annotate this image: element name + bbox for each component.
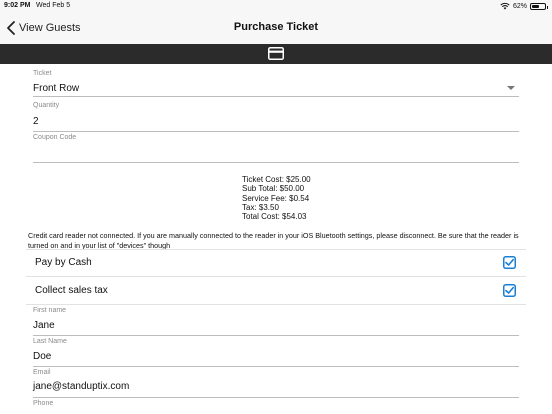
wifi-icon bbox=[500, 2, 510, 10]
battery-fill bbox=[532, 4, 539, 8]
ticket-value: Front Row bbox=[33, 83, 80, 94]
pay-by-cash-row[interactable]: Pay by Cash bbox=[26, 249, 526, 277]
status-bar: 9:02 PM Wed Feb 5 62% bbox=[0, 0, 552, 12]
service-fee: Service Fee: $0.54 bbox=[242, 193, 310, 203]
battery-icon bbox=[530, 2, 548, 10]
navigation-bar: View Guests Purchase Ticket bbox=[0, 12, 552, 44]
status-right: 62% bbox=[500, 2, 548, 10]
collect-sales-tax-row[interactable]: Collect sales tax bbox=[26, 277, 526, 305]
quantity-label: Quantity bbox=[33, 102, 60, 109]
quantity-value: 2 bbox=[33, 116, 39, 127]
last-name-label: Last Name bbox=[33, 338, 67, 345]
ticket-cost: Ticket Cost: $25.00 bbox=[242, 175, 311, 184]
pay-by-cash-label: Pay by Cash bbox=[35, 257, 92, 268]
email-label: Email bbox=[33, 369, 51, 376]
tax: Tax: $3.50 bbox=[242, 202, 279, 212]
battery-percent: 62% bbox=[512, 2, 527, 10]
email-value: jane@standuptix.com bbox=[33, 381, 130, 392]
status-date: Wed Feb 5 bbox=[36, 2, 71, 9]
sub-total: Sub Total: $50.00 bbox=[242, 184, 305, 194]
collect-sales-tax-label: Collect sales tax bbox=[35, 285, 108, 296]
cost-summary: Ticket Cost: $25.00 Sub Total: $50.00 Se… bbox=[242, 175, 311, 221]
ticket-label: Ticket bbox=[33, 70, 52, 77]
quantity-field[interactable]: Quantity 2 bbox=[33, 102, 519, 132]
ticket-select[interactable]: Ticket Front Row bbox=[33, 70, 519, 97]
checkbox-checked-icon[interactable] bbox=[503, 256, 516, 269]
first-name-field[interactable]: First name Jane bbox=[33, 307, 519, 336]
email-field[interactable]: Email jane@standuptix.com bbox=[33, 369, 519, 398]
card-reader-warning: Credit card reader not connected. If you… bbox=[28, 231, 519, 250]
status-time: 9:02 PM bbox=[4, 2, 31, 9]
card-reader-strip bbox=[0, 44, 552, 64]
coupon-code-label: Coupon Code bbox=[33, 134, 77, 141]
first-name-value: Jane bbox=[33, 320, 55, 331]
credit-card-icon[interactable] bbox=[268, 47, 284, 60]
coupon-code-field[interactable]: Coupon Code bbox=[33, 134, 519, 163]
dropdown-arrow-icon bbox=[507, 86, 515, 90]
total-cost: Total Cost: $54.03 bbox=[242, 212, 307, 222]
phone-label: Phone bbox=[33, 400, 54, 407]
first-name-label: First name bbox=[33, 307, 67, 314]
checkbox-checked-icon[interactable] bbox=[503, 284, 516, 297]
phone-field[interactable]: Phone bbox=[33, 400, 519, 414]
last-name-value: Doe bbox=[33, 351, 52, 362]
last-name-field[interactable]: Last Name Doe bbox=[33, 338, 519, 367]
page-title: Purchase Ticket bbox=[233, 21, 319, 33]
